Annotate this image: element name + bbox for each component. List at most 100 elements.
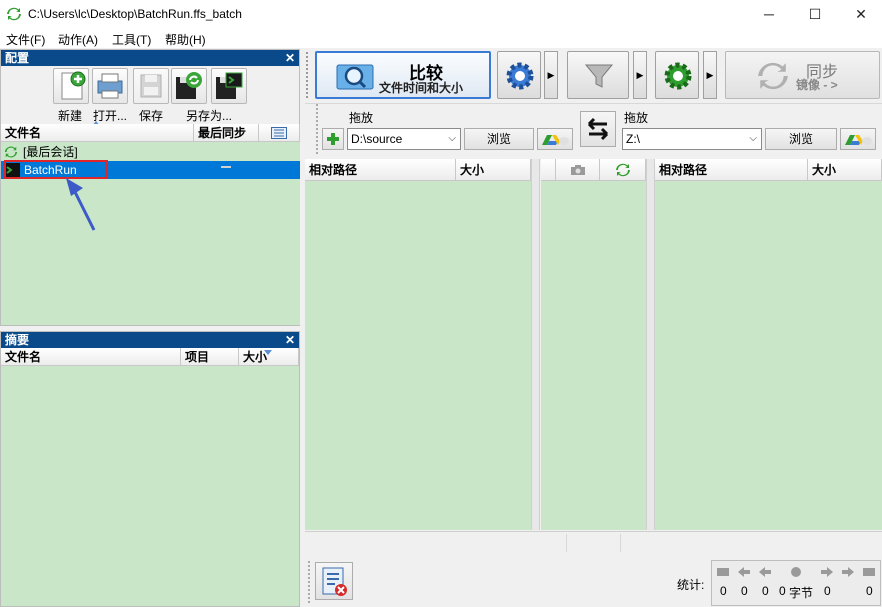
sync-action-icon (615, 163, 630, 176)
view-log-button[interactable] (315, 562, 353, 600)
chevron-down-icon[interactable]: ⌵ (448, 129, 456, 149)
right-folder-input[interactable]: Z:\ ⌵ (622, 128, 762, 150)
swap-sides-button[interactable] (580, 111, 616, 147)
left-browse-button[interactable]: 浏览 (464, 128, 534, 150)
column-settings-button[interactable] (259, 124, 300, 142)
save-as-sync-icon (176, 72, 202, 99)
sync-dropdown-button[interactable]: ▶ (703, 51, 717, 99)
menu-action[interactable]: 动作(A) (58, 31, 98, 48)
log-error-icon (322, 567, 347, 596)
magnifier-folder-icon (336, 64, 374, 90)
minimize-button[interactable]: ─ (746, 0, 792, 28)
col-filename[interactable]: 文件名 (1, 124, 194, 142)
bottom-grip (308, 561, 310, 603)
col-last-sync[interactable]: 最后同步 (194, 124, 259, 142)
middle-col-checkbox (541, 159, 556, 181)
middle-grid[interactable] (541, 159, 646, 530)
right-cloud-button[interactable] (840, 128, 876, 150)
right-arrow-icon (842, 567, 854, 577)
right-col-path[interactable]: 相对路径 (655, 159, 808, 181)
right-grid[interactable]: 相对路径 大小 (655, 159, 882, 530)
new-file-icon (61, 71, 86, 100)
left-col-size[interactable]: 大小 (456, 159, 531, 181)
right-delete-icon (863, 568, 875, 576)
compare-button[interactable]: 比较 文件时间和大小 (315, 51, 491, 99)
divider (620, 534, 621, 552)
menu-help[interactable]: 帮助(H) (165, 31, 206, 48)
list-item[interactable]: [最后会话] (1, 143, 300, 161)
left-scrollbar[interactable] (531, 159, 540, 530)
plus-icon (327, 133, 339, 145)
summary-panel-header: 摘要 ✕ (1, 332, 299, 348)
stat-left-update: 0 (741, 584, 748, 598)
close-icon[interactable]: ✕ (285, 50, 295, 66)
right-drop-label: 拖放 (624, 111, 649, 125)
save-config-button[interactable] (133, 68, 169, 104)
left-delete-icon (759, 567, 771, 577)
sync-subtitle: 镜像 - > (796, 78, 838, 92)
left-arrow-icon (738, 567, 750, 577)
add-folder-pair-button[interactable] (322, 128, 344, 150)
divider (305, 103, 882, 104)
menu-bar: 文件(F) 动作(A) 工具(T) 帮助(H) (0, 28, 882, 48)
col-items[interactable]: 项目 (181, 348, 239, 366)
folder-grip (316, 104, 318, 154)
middle-col-category[interactable] (556, 159, 600, 181)
sync-button[interactable]: 同步 镜像 - > (725, 51, 880, 99)
config-list: 文件名 最后同步 [最后会话] BatchRun (1, 124, 300, 325)
data-icon (791, 567, 801, 577)
sync-settings-button[interactable] (655, 51, 699, 99)
new-label: 新建 (58, 109, 83, 123)
status-bar (305, 531, 882, 553)
config-panel-header: 配置 ✕ (1, 50, 299, 66)
menu-file[interactable]: 文件(F) (6, 31, 45, 48)
left-cloud-button[interactable] (537, 128, 573, 150)
chevron-down-icon[interactable]: ⌵ (749, 129, 757, 149)
right-folder-path: Z:\ (626, 132, 640, 146)
summary-panel: 摘要 ✕ 文件名 项目 大小 (0, 331, 300, 607)
left-folder-input[interactable]: D:\source ⌵ (347, 128, 461, 150)
sync-session-icon (4, 146, 18, 158)
open-config-button[interactable] (92, 68, 128, 104)
sort-desc-icon (264, 350, 272, 355)
middle-col-action[interactable] (600, 159, 646, 181)
summary-panel-title: 摘要 (5, 333, 30, 347)
compare-settings-button[interactable] (497, 51, 541, 99)
funnel-icon (584, 64, 614, 88)
stat-right-delete: 0 (866, 584, 873, 598)
close-button[interactable]: ✕ (838, 0, 882, 28)
new-config-button[interactable] (53, 68, 89, 104)
app-sync-icon (7, 7, 21, 21)
filter-button[interactable] (567, 51, 629, 99)
green-gear-icon (664, 62, 692, 90)
compare-dropdown-button[interactable]: ▶ (544, 51, 558, 99)
left-drop-label: 拖放 (349, 111, 374, 125)
menu-tools[interactable]: 工具(T) (112, 31, 151, 48)
stat-right-create: 0 (824, 584, 831, 598)
left-grid[interactable]: 相对路径 大小 (305, 159, 531, 530)
stat-bytes: 0 (779, 584, 786, 598)
maximize-button[interactable]: ☐ (792, 0, 838, 28)
stats-label: 统计: (677, 578, 705, 592)
swap-arrows-icon (587, 117, 609, 141)
right-col-size[interactable]: 大小 (808, 159, 882, 181)
cloud-drive-icon (542, 135, 569, 145)
summary-list: 文件名 项目 大小 (1, 348, 299, 606)
col-filename[interactable]: 文件名 (1, 348, 181, 366)
title-bar: C:\Users\lc\Desktop\BatchRun.ffs_batch ─… (0, 0, 882, 28)
stat-left-delete: 0 (762, 584, 769, 598)
stat-left-create: 0 (720, 584, 727, 598)
middle-scrollbar[interactable] (646, 159, 655, 530)
blue-gear-icon (506, 62, 534, 90)
save-as-batch-button[interactable] (211, 68, 247, 104)
config-panel-title: 配置 (5, 51, 30, 65)
save-as-config-button[interactable] (171, 68, 207, 104)
close-icon[interactable]: ✕ (285, 332, 295, 348)
save-as-label: 另存为... (186, 109, 233, 123)
filter-dropdown-button[interactable]: ▶ (633, 51, 647, 99)
printer-open-icon (97, 73, 123, 99)
right-browse-button[interactable]: 浏览 (765, 128, 837, 150)
stat-bytes-label: 字节 (789, 586, 814, 600)
progress-marker (221, 166, 231, 168)
left-col-path[interactable]: 相对路径 (305, 159, 456, 181)
